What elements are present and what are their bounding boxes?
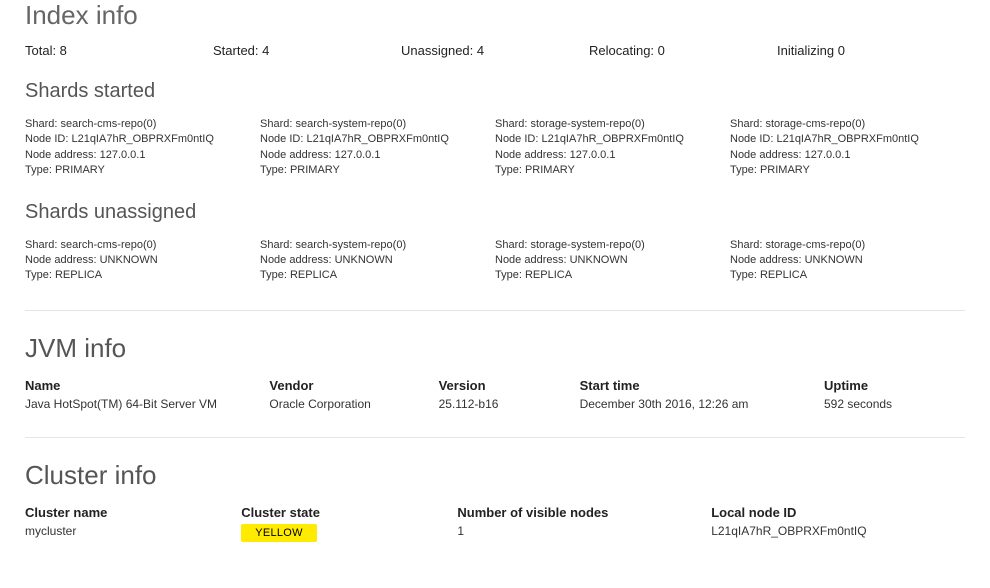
cluster-nodes: Number of visible nodes 1: [457, 505, 711, 542]
cluster-name: Cluster name mycluster: [25, 505, 241, 542]
jvm-version-label: Version: [439, 378, 580, 393]
shard-unassigned-item: Shard: search-cms-repo(0) Node address: …: [25, 238, 260, 284]
shard-unassigned-item: Shard: search-system-repo(0) Node addres…: [260, 238, 495, 284]
shard-unassigned-item: Shard: storage-system-repo(0) Node addre…: [495, 238, 730, 284]
shard-node-address: Node address: UNKNOWN: [260, 253, 495, 268]
shard-name: Shard: search-cms-repo(0): [25, 238, 260, 253]
shards-unassigned-heading: Shards unassigned: [25, 201, 965, 224]
jvm-name: Name Java HotSpot(TM) 64-Bit Server VM: [25, 378, 269, 411]
jvm-version-value: 25.112-b16: [439, 397, 580, 411]
index-info-heading: Index info: [25, 0, 965, 31]
cluster-info-row: Cluster name mycluster Cluster state YEL…: [25, 505, 965, 542]
shard-type: Type: REPLICA: [260, 268, 495, 283]
jvm-vendor-label: Vendor: [269, 378, 438, 393]
jvm-name-label: Name: [25, 378, 269, 393]
jvm-start-value: December 30th 2016, 12:26 am: [580, 397, 824, 411]
shard-node-id: Node ID: L21qIA7hR_OBPRXFm0ntIQ: [260, 132, 495, 147]
shard-type: Type: PRIMARY: [260, 163, 495, 178]
shard-type: Type: PRIMARY: [495, 163, 730, 178]
divider: [25, 437, 965, 438]
cluster-state-badge: YELLOW: [241, 524, 317, 542]
shard-started-item: Shard: storage-cms-repo(0) Node ID: L21q…: [730, 117, 965, 179]
shards-started-row: Shard: search-cms-repo(0) Node ID: L21qI…: [25, 117, 965, 179]
shard-name: Shard: storage-system-repo(0): [495, 117, 730, 132]
cluster-nodes-value: 1: [457, 524, 711, 538]
stat-relocating: Relocating: 0: [589, 43, 777, 58]
shard-node-address: Node address: UNKNOWN: [730, 253, 965, 268]
jvm-vendor: Vendor Oracle Corporation: [269, 378, 438, 411]
shard-name: Shard: storage-cms-repo(0): [730, 117, 965, 132]
shard-unassigned-item: Shard: storage-cms-repo(0) Node address:…: [730, 238, 965, 284]
jvm-start: Start time December 30th 2016, 12:26 am: [580, 378, 824, 411]
shard-started-item: Shard: search-system-repo(0) Node ID: L2…: [260, 117, 495, 179]
cluster-state: Cluster state YELLOW: [241, 505, 457, 542]
shard-node-id: Node ID: L21qIA7hR_OBPRXFm0ntIQ: [25, 132, 260, 147]
jvm-vendor-value: Oracle Corporation: [269, 397, 438, 411]
jvm-info-heading: JVM info: [25, 333, 965, 364]
cluster-local-value: L21qIA7hR_OBPRXFm0ntIQ: [711, 524, 965, 538]
shard-node-address: Node address: 127.0.0.1: [730, 148, 965, 163]
jvm-version: Version 25.112-b16: [439, 378, 580, 411]
shard-started-item: Shard: storage-system-repo(0) Node ID: L…: [495, 117, 730, 179]
shard-name: Shard: search-system-repo(0): [260, 238, 495, 253]
shard-type: Type: REPLICA: [495, 268, 730, 283]
cluster-name-value: mycluster: [25, 524, 241, 538]
shard-name: Shard: storage-cms-repo(0): [730, 238, 965, 253]
cluster-state-label: Cluster state: [241, 505, 457, 520]
shard-node-address: Node address: 127.0.0.1: [495, 148, 730, 163]
shard-type: Type: REPLICA: [730, 268, 965, 283]
shard-type: Type: PRIMARY: [730, 163, 965, 178]
shard-node-address: Node address: UNKNOWN: [25, 253, 260, 268]
jvm-uptime-label: Uptime: [824, 378, 965, 393]
shards-unassigned-row: Shard: search-cms-repo(0) Node address: …: [25, 238, 965, 284]
shard-name: Shard: search-cms-repo(0): [25, 117, 260, 132]
stat-started: Started: 4: [213, 43, 401, 58]
jvm-name-value: Java HotSpot(TM) 64-Bit Server VM: [25, 397, 269, 411]
cluster-nodes-label: Number of visible nodes: [457, 505, 711, 520]
jvm-start-label: Start time: [580, 378, 824, 393]
shard-name: Shard: search-system-repo(0): [260, 117, 495, 132]
shard-name: Shard: storage-system-repo(0): [495, 238, 730, 253]
cluster-info-heading: Cluster info: [25, 460, 965, 491]
shard-started-item: Shard: search-cms-repo(0) Node ID: L21qI…: [25, 117, 260, 179]
shard-node-address: Node address: 127.0.0.1: [25, 148, 260, 163]
cluster-name-label: Cluster name: [25, 505, 241, 520]
jvm-info-row: Name Java HotSpot(TM) 64-Bit Server VM V…: [25, 378, 965, 411]
stat-unassigned: Unassigned: 4: [401, 43, 589, 58]
shard-node-id: Node ID: L21qIA7hR_OBPRXFm0ntIQ: [730, 132, 965, 147]
shard-type: Type: REPLICA: [25, 268, 260, 283]
cluster-local-node: Local node ID L21qIA7hR_OBPRXFm0ntIQ: [711, 505, 965, 542]
stat-total: Total: 8: [25, 43, 213, 58]
index-stats-row: Total: 8 Started: 4 Unassigned: 4 Reloca…: [25, 43, 965, 58]
shards-started-heading: Shards started: [25, 80, 965, 103]
divider: [25, 310, 965, 311]
stat-initializing: Initializing 0: [777, 43, 965, 58]
shard-type: Type: PRIMARY: [25, 163, 260, 178]
cluster-local-label: Local node ID: [711, 505, 965, 520]
shard-node-id: Node ID: L21qIA7hR_OBPRXFm0ntIQ: [495, 132, 730, 147]
jvm-uptime: Uptime 592 seconds: [824, 378, 965, 411]
shard-node-address: Node address: 127.0.0.1: [260, 148, 495, 163]
shard-node-address: Node address: UNKNOWN: [495, 253, 730, 268]
jvm-uptime-value: 592 seconds: [824, 397, 965, 411]
